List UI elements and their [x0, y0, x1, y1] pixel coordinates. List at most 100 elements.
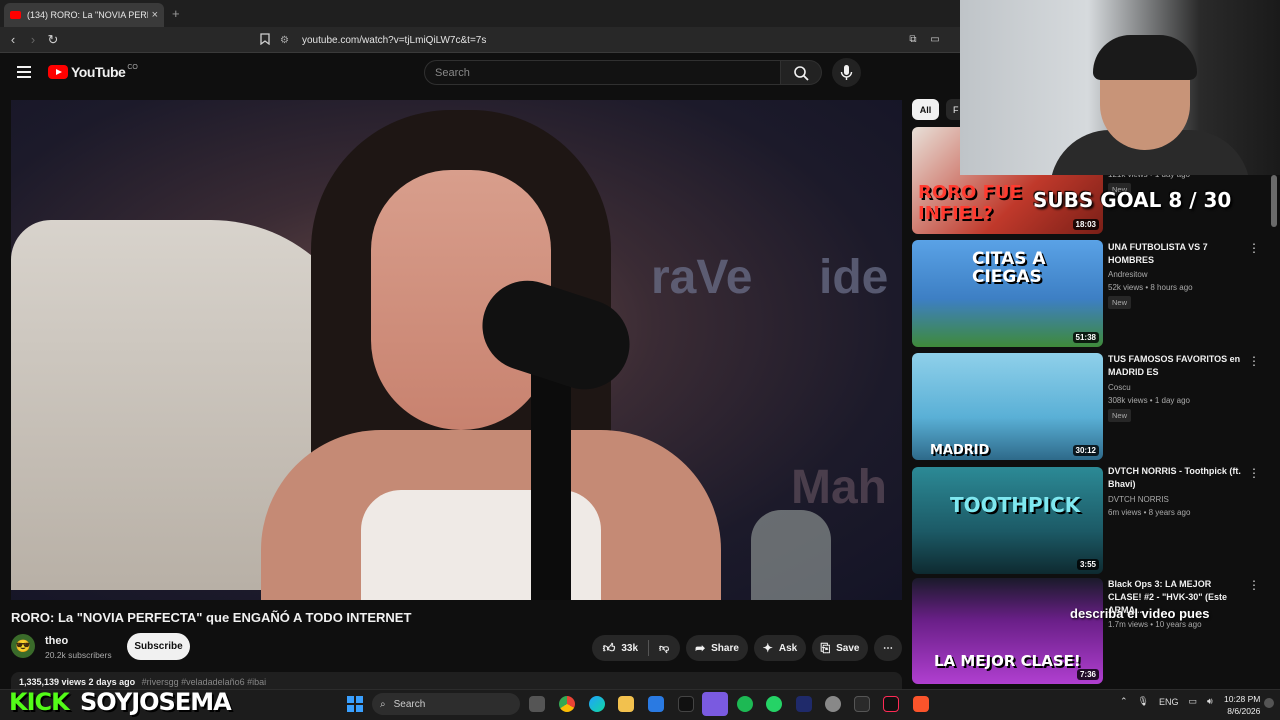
video-title: RORO: La "NOVIA PERFECTA" que ENGAÑÓ A T…	[11, 610, 412, 625]
more-options-icon[interactable]: ⋮	[1248, 242, 1260, 254]
windows-start-icon[interactable]	[347, 696, 363, 712]
sidebar-channel-3[interactable]: Coscu	[1108, 383, 1131, 392]
video-mic-stand	[531, 370, 571, 600]
background-brand-text: raVe	[651, 251, 753, 304]
brave-icon[interactable]	[913, 696, 929, 712]
more-actions-icon[interactable]: ⋯	[874, 635, 902, 661]
taskbar-search-icon: ⌕	[380, 698, 386, 710]
file-explorer-icon[interactable]	[618, 696, 634, 712]
sidebar-title-2[interactable]: UNA FUTBOLISTA VS 7 HOMBRES	[1108, 241, 1243, 267]
sidebar-meta-2: 52k views • 8 hours ago	[1108, 283, 1193, 292]
site-settings-icon[interactable]: ⚙	[280, 35, 290, 46]
sidebar-thumb-4[interactable]: TOOTHPICK 3:55	[912, 467, 1103, 574]
bookmark-save-icon: ⎘	[820, 640, 831, 655]
video-player[interactable]: raVe ide Mah	[11, 100, 902, 600]
store-icon[interactable]	[648, 696, 664, 712]
hashtags[interactable]: #riversgg #veladadelaño6 #ibai	[142, 677, 267, 687]
ask-button[interactable]: ✦ Ask	[754, 635, 806, 661]
save-label: Save	[836, 642, 860, 654]
youtube-play-icon	[48, 65, 68, 79]
share-label: Share	[711, 642, 739, 654]
youtube-logo[interactable]: YouTube CO	[48, 64, 138, 80]
video-water-bottle	[751, 510, 831, 600]
chip-all[interactable]: All	[912, 99, 939, 120]
sidebar-meta-5: 1.7m views • 10 years ago	[1108, 620, 1202, 629]
thumbs-down-icon: 👎︎	[659, 643, 670, 654]
taskbar-search[interactable]: ⌕ Search	[372, 693, 520, 715]
back-icon[interactable]: ‹	[6, 33, 20, 47]
hamburger-menu-icon[interactable]	[17, 66, 31, 78]
video-duration: 18:03	[1072, 219, 1099, 230]
translate-icon[interactable]: ⧉	[906, 33, 920, 47]
sidebar-meta-3: 308k views • 1 day ago	[1108, 396, 1190, 405]
reload-icon[interactable]: ↻	[46, 33, 60, 47]
sidebar-title-3[interactable]: TUS FAMOSOS FAVORITOS en MADRID ES	[1108, 353, 1243, 379]
more-options-icon[interactable]: ⋮	[1248, 579, 1260, 591]
channel-avatar[interactable]: 😎	[11, 634, 35, 658]
video-duration: 7:36	[1076, 669, 1099, 680]
bookmark-icon[interactable]	[258, 33, 272, 47]
like-button[interactable]: 👍︎ 33k	[603, 641, 638, 656]
terminal-icon[interactable]	[854, 696, 870, 712]
sparkle-icon: ✦	[762, 641, 773, 655]
tray-mic-icon[interactable]: 🎙︎	[1138, 696, 1149, 707]
taskbar-clock[interactable]: 10:28 PM 8/6/2026	[1224, 693, 1260, 717]
webcam-overlay	[960, 0, 1280, 175]
video-duration: 3:55	[1076, 559, 1099, 570]
sidebar-thumb-2[interactable]: CITAS A CIEGAS 51:38	[912, 240, 1103, 347]
browser-tab[interactable]: (134) RORO: La "NOVIA PERFECTA" ×	[4, 3, 164, 27]
taskbar-search-label: Search	[393, 698, 426, 710]
edge-icon[interactable]	[589, 696, 605, 712]
system-tray: ⌃ 🎙︎ ENG ▭ 🔊︎	[1120, 696, 1213, 707]
discord-icon[interactable]	[702, 692, 728, 716]
network-icon[interactable]: ▭	[1189, 696, 1198, 707]
subs-goal-overlay: SUBS GOAL 8 / 30	[1033, 188, 1232, 212]
thumb-text: MADRID	[930, 443, 990, 458]
volume-icon[interactable]: 🔊︎	[1207, 696, 1213, 707]
share-button[interactable]: ➦ Share	[686, 635, 748, 661]
save-button[interactable]: ⎘ Save	[812, 635, 868, 661]
settings-app-icon[interactable]	[825, 696, 841, 712]
thumbs-up-icon: 👍︎	[602, 640, 616, 655]
channel-name[interactable]: theo	[45, 635, 68, 647]
webcam-beanie	[1093, 35, 1197, 80]
dislike-button[interactable]: 👎︎	[659, 642, 669, 654]
views-and-date: 1,335,139 views 2 days ago	[19, 677, 136, 687]
tiktok-live-icon[interactable]	[883, 696, 899, 712]
more-options-icon[interactable]: ⋮	[1248, 467, 1260, 479]
search-input[interactable]: Search	[424, 60, 781, 85]
whatsapp-icon[interactable]	[766, 696, 782, 712]
url-field[interactable]: ⚙ youtube.com/watch?v=tjLmiQiLW7c&t=7s	[280, 31, 940, 49]
sidebar-title-4[interactable]: DVTCH NORRIS - Toothpick (ft. Bhavi)	[1108, 465, 1243, 491]
new-badge-3: New	[1108, 409, 1132, 422]
task-view-icon[interactable]	[529, 696, 545, 712]
search-button[interactable]	[781, 60, 822, 85]
sidebar-thumb-5[interactable]: LA MEJOR CLASE! 7:36	[912, 578, 1103, 684]
sidebar-thumb-3[interactable]: MADRID 30:12	[912, 353, 1103, 460]
new-tab-button[interactable]: +	[172, 6, 180, 21]
sidebar-channel-4[interactable]: DVTCH NORRIS	[1108, 495, 1169, 504]
tiktok-icon[interactable]	[678, 696, 694, 712]
reader-mode-icon[interactable]: ▭	[928, 33, 942, 47]
notification-icon[interactable]	[1264, 698, 1274, 708]
tab-title: (134) RORO: La "NOVIA PERFECTA"	[27, 10, 148, 20]
forward-icon[interactable]: ›	[26, 33, 40, 47]
sidebar-channel-2[interactable]: Andresitow	[1108, 270, 1148, 279]
thumb-text: TOOTHPICK	[950, 493, 1081, 517]
app-icon[interactable]	[796, 696, 812, 712]
voice-search-icon[interactable]	[832, 58, 861, 87]
subscribe-button[interactable]: Subscribe	[127, 633, 190, 660]
tray-overflow-icon[interactable]: ⌃	[1120, 696, 1128, 707]
chrome-icon[interactable]	[559, 696, 575, 712]
channel-subscriber-count: 20.2k subscribers	[45, 650, 112, 660]
spotify-icon[interactable]	[737, 696, 753, 712]
ask-label: Ask	[778, 642, 798, 654]
logo-text: YouTube	[71, 64, 126, 80]
tab-close-icon[interactable]: ×	[152, 9, 158, 21]
sidebar-scrollbar[interactable]	[1271, 175, 1277, 227]
thumb-text: LA MEJOR CLASE!	[934, 652, 1081, 670]
language-indicator[interactable]: ENG	[1159, 697, 1179, 707]
clock-date: 8/6/2026	[1227, 706, 1261, 716]
more-options-icon[interactable]: ⋮	[1248, 355, 1260, 367]
new-badge-2: New	[1108, 296, 1132, 309]
